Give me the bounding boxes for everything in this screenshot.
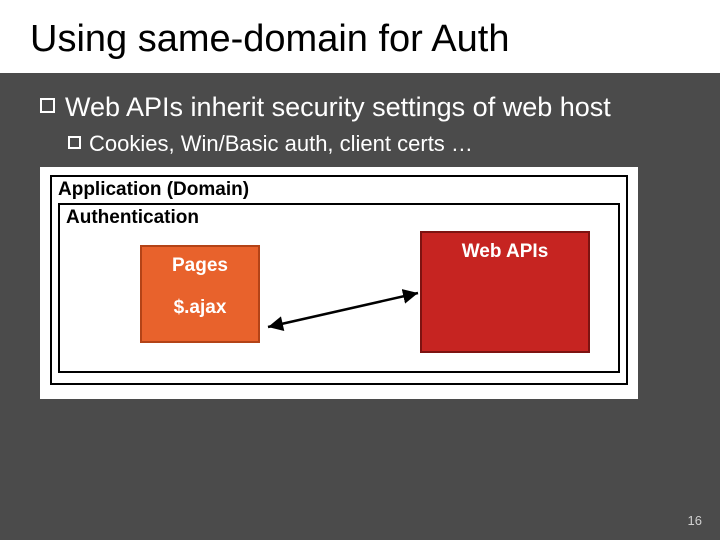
title-bar: Using same-domain for Auth: [0, 0, 720, 73]
bullet-marker-icon: [40, 98, 55, 113]
slide-title: Using same-domain for Auth: [30, 18, 690, 61]
webapis-label: Web APIs: [422, 241, 588, 263]
diagram-container: Application (Domain) Authentication Page…: [40, 167, 638, 399]
bullet-sub-text: Cookies, Win/Basic auth, client certs …: [89, 131, 473, 157]
pages-box: Pages $.ajax: [140, 245, 260, 343]
bullet-main: Web APIs inherit security settings of we…: [40, 91, 680, 125]
bullet-sub: Cookies, Win/Basic auth, client certs …: [68, 131, 680, 157]
application-box: Application (Domain) Authentication Page…: [50, 175, 628, 385]
ajax-label: $.ajax: [142, 297, 258, 319]
authentication-label: Authentication: [66, 207, 612, 229]
page-number: 16: [688, 513, 702, 528]
authentication-box: Authentication Pages $.ajax Web APIs: [58, 203, 620, 373]
webapis-box: Web APIs: [420, 231, 590, 353]
content-area: Web APIs inherit security settings of we…: [0, 73, 720, 157]
pages-label: Pages: [142, 255, 258, 277]
bullet-marker-icon: [68, 136, 81, 149]
double-arrow-icon: [260, 285, 430, 345]
bullet-main-text: Web APIs inherit security settings of we…: [65, 91, 611, 125]
application-label: Application (Domain): [58, 179, 620, 201]
